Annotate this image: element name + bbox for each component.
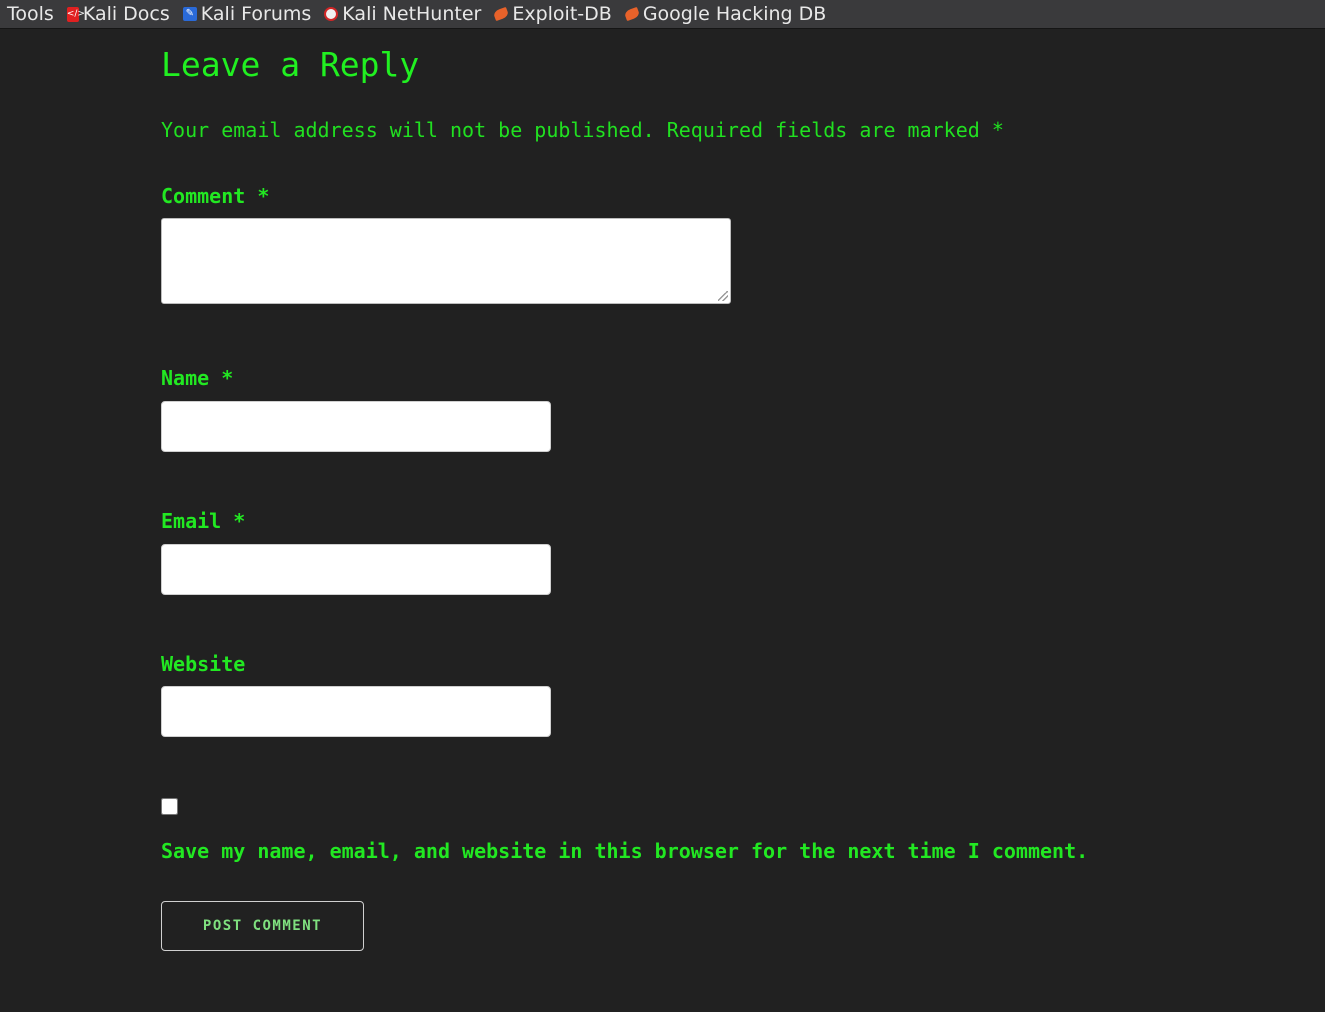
bookmark-label: Kali Docs bbox=[82, 3, 170, 25]
save-info-checkbox[interactable] bbox=[161, 798, 178, 815]
kali-nethunter-icon bbox=[324, 7, 339, 21]
website-label: Website bbox=[161, 652, 246, 676]
bookmark-exploit-db[interactable]: Exploit-DB bbox=[493, 3, 612, 25]
email-input[interactable] bbox=[161, 544, 551, 595]
bookmark-kali-forums[interactable]: ✎ Kali Forums bbox=[182, 3, 312, 25]
bookmark-label: Exploit-DB bbox=[512, 3, 612, 25]
email-label: Email * bbox=[161, 509, 246, 533]
bookmarks-bar: Tools </> Kali Docs ✎ Kali Forums Kali N… bbox=[0, 0, 1325, 29]
bookmark-kali-nethunter[interactable]: Kali NetHunter bbox=[324, 3, 481, 25]
comment-notes: Your email address will not be published… bbox=[161, 118, 1004, 142]
exploit-db-icon bbox=[623, 6, 641, 22]
bookmark-kali-docs[interactable]: </> Kali Docs bbox=[66, 3, 170, 25]
bookmark-label: Google Hacking DB bbox=[642, 3, 827, 25]
reply-title: Leave a Reply bbox=[161, 45, 420, 84]
exploit-db-icon bbox=[493, 6, 510, 22]
bookmark-label: Kali Forums bbox=[200, 3, 312, 25]
bookmark-google-hacking-db[interactable]: Google Hacking DB bbox=[623, 3, 827, 25]
kali-docs-icon: </> bbox=[66, 6, 85, 22]
save-info-label: Save my name, email, and website in this… bbox=[161, 839, 1089, 863]
kali-forums-icon: ✎ bbox=[182, 7, 197, 21]
comment-textarea[interactable] bbox=[161, 218, 731, 304]
bookmark-label: Tools bbox=[7, 3, 54, 25]
comment-label: Comment * bbox=[161, 184, 270, 208]
post-comment-button[interactable]: POST COMMENT bbox=[161, 901, 364, 951]
name-input[interactable] bbox=[161, 401, 551, 452]
bookmark-label: Kali NetHunter bbox=[342, 3, 482, 25]
resize-grip-icon[interactable] bbox=[718, 291, 728, 301]
website-input[interactable] bbox=[161, 686, 551, 737]
name-label: Name * bbox=[161, 366, 234, 390]
bookmark-tools[interactable]: Tools bbox=[7, 3, 54, 25]
